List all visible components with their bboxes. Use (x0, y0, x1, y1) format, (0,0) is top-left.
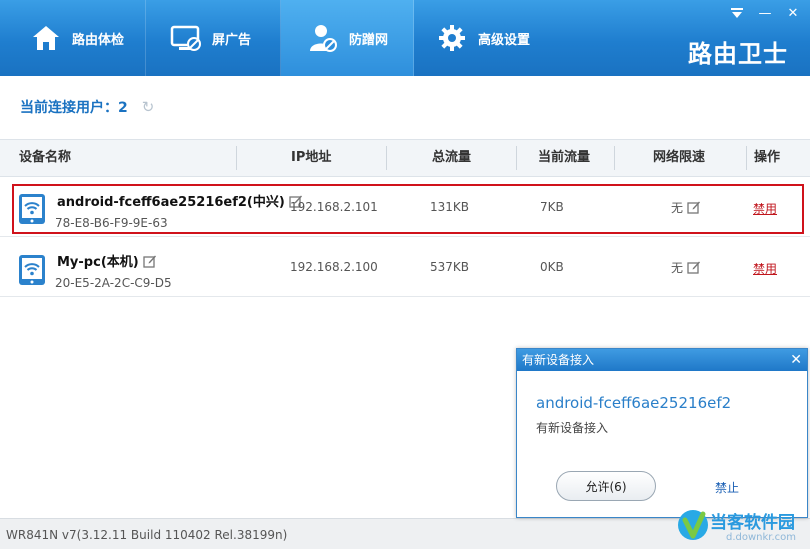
monitor-block-icon (170, 22, 202, 54)
tab-label: 高级设置 (478, 32, 531, 48)
brand-logo: 路由卫士 (688, 40, 788, 68)
device-speed-limit: 无 (671, 259, 701, 277)
top-navigation-bar: 路由体检 屏广告 防蹭网 高级设置 路由卫士 — ✕ (0, 0, 810, 76)
tab-label: 屏广告 (212, 32, 252, 48)
header-total-traffic: 总流量 (432, 150, 472, 165)
header-divider (614, 146, 615, 170)
tab-ad-block[interactable]: 屏广告 (146, 0, 281, 76)
table-header: 设备名称 IP地址 总流量 当前流量 网络限速 操作 (0, 139, 810, 177)
user-shield-icon (307, 22, 339, 54)
popup-title: 有新设备接入 (522, 353, 595, 367)
tab-router-checkup[interactable]: 路由体检 (0, 0, 146, 76)
tab-advanced-settings[interactable]: 高级设置 (414, 0, 554, 76)
close-window-button[interactable]: ✕ (782, 4, 804, 22)
connected-users-count: 当前连接用户：2 ↻ (20, 97, 154, 117)
deny-button[interactable]: 禁止 (715, 479, 739, 496)
header-divider (746, 146, 747, 170)
home-icon (30, 22, 62, 54)
watermark: 当客软件园 d.downkr.com (676, 504, 810, 549)
refresh-icon[interactable]: ↻ (142, 98, 155, 116)
popup-message: 有新设备接入 (536, 421, 609, 435)
device-current-traffic: 0KB (540, 260, 564, 274)
watermark-url: d.downkr.com (726, 532, 797, 543)
device-name-text: My-pc(本机) (57, 255, 139, 270)
tab-anti-leech[interactable]: 防蹭网 (281, 0, 414, 76)
header-divider (516, 146, 517, 170)
popup-header: 有新设备接入 ✕ (517, 349, 807, 371)
ban-button[interactable]: 禁用 (753, 260, 777, 277)
header-divider (386, 146, 387, 170)
device-mac: 20-E5-2A-2C-C9-D5 (55, 276, 172, 290)
header-current-traffic: 当前流量 (538, 150, 591, 165)
new-device-popup: 有新设备接入 ✕ android-fceff6ae25216ef2 有新设备接入… (516, 348, 808, 518)
device-name: My-pc(本机) (57, 251, 157, 272)
header-speed-limit: 网络限速 (653, 150, 706, 165)
speed-limit-value: 无 (671, 261, 684, 275)
allow-button[interactable]: 允许(6) (556, 471, 656, 501)
device-ip: 192.168.2.100 (290, 260, 378, 274)
popup-device-name: android-fceff6ae25216ef2 (536, 394, 732, 412)
header-divider (236, 146, 237, 170)
highlight-box (12, 184, 804, 234)
wifi-device-icon (18, 254, 46, 286)
watermark-text: 当客软件园 (710, 513, 795, 533)
tab-label: 路由体检 (72, 32, 125, 48)
minimize-button[interactable]: — (754, 4, 776, 22)
firmware-version: WR841N v7(3.12.11 Build 110402 Rel.38199… (6, 528, 288, 542)
table-row: My-pc(本机) 20-E5-2A-2C-C9-D5 192.168.2.10… (0, 237, 810, 297)
header-ip: IP地址 (291, 150, 332, 165)
connected-users-label: 当前连接用户：2 (20, 100, 128, 116)
edit-icon[interactable] (687, 260, 701, 277)
edit-icon[interactable] (143, 254, 157, 272)
watermark-logo-icon (678, 510, 708, 540)
close-icon[interactable]: ✕ (790, 349, 802, 371)
header-action: 操作 (754, 150, 781, 165)
gear-icon (436, 22, 468, 54)
device-total-traffic: 537KB (430, 260, 470, 274)
header-device-name: 设备名称 (19, 150, 72, 165)
tab-label: 防蹭网 (349, 32, 389, 48)
dropdown-icon[interactable] (726, 4, 748, 22)
